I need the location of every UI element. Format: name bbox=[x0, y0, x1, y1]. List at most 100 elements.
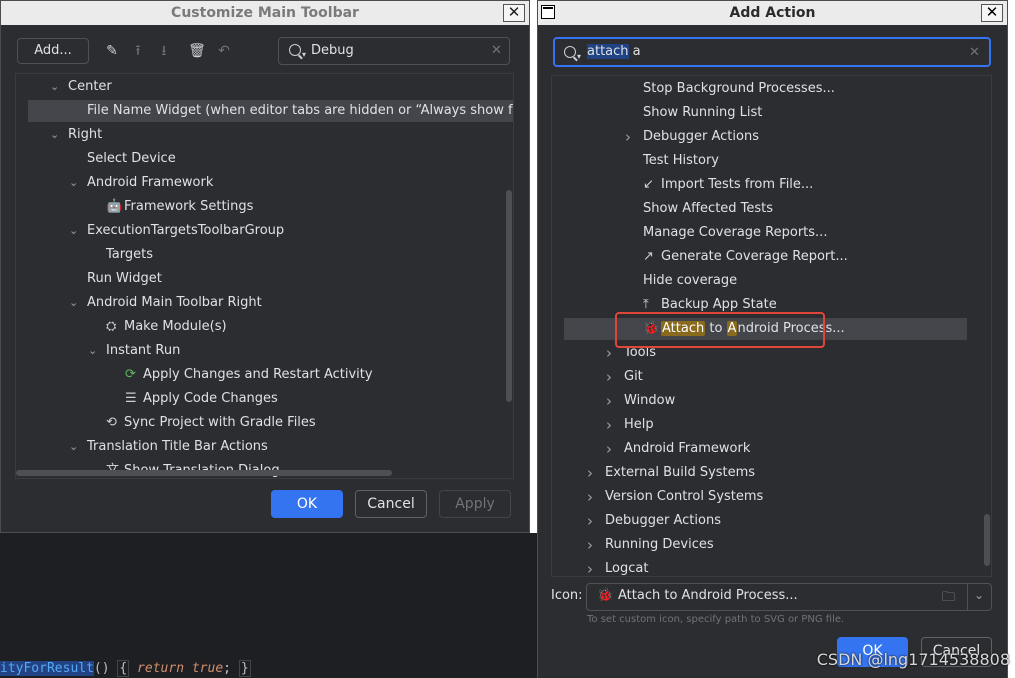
tree-row-android-framework[interactable]: ⌄ Android Framework bbox=[28, 172, 513, 194]
tree-row-test-history[interactable]: Test History bbox=[564, 150, 967, 172]
chevron-right-icon[interactable]: › bbox=[606, 366, 612, 388]
cancel-button[interactable]: Cancel bbox=[355, 490, 427, 518]
tree-row-label: Instant Run bbox=[106, 343, 181, 358]
tree-row-apply-code-changes[interactable]: ☰ Apply Code Changes bbox=[28, 388, 513, 410]
tree-row-show-affected-tests[interactable]: Show Affected Tests bbox=[564, 198, 967, 220]
chevron-right-icon[interactable]: › bbox=[587, 534, 593, 556]
icon-path-field[interactable]: 🐞 Attach to Android Process... 🗀 ⌄ bbox=[586, 583, 992, 611]
field-divider bbox=[967, 584, 968, 610]
clear-search-icon[interactable]: ✕ bbox=[491, 43, 502, 58]
tree-row-window[interactable]: › Window bbox=[564, 390, 967, 412]
chevron-down-icon[interactable]: ⌄ bbox=[69, 436, 78, 458]
tree-row-show-running-list[interactable]: Show Running List bbox=[564, 102, 967, 124]
chevron-right-icon[interactable]: › bbox=[606, 438, 612, 460]
add-action-dialog: Add Action ✕ ▾ attach a ✕ Stop Backgroun… bbox=[537, 0, 1008, 678]
tree-row-android-main-toolbar-right[interactable]: ⌄ Android Main Toolbar Right bbox=[28, 292, 513, 314]
tree-row-label: Hide coverage bbox=[643, 273, 738, 288]
close-button[interactable]: ✕ bbox=[503, 4, 525, 22]
edit-icon[interactable]: ✎ bbox=[103, 42, 121, 60]
tree-row-executiontargetstoolbargroup[interactable]: ⌄ ExecutionTargetsToolbarGroup bbox=[28, 220, 513, 242]
bug-icon: 🐞 bbox=[597, 588, 614, 603]
action-search-field[interactable]: ▾ attach a ✕ bbox=[553, 37, 991, 67]
actions-tree: Stop Background Processes... Show Running… bbox=[551, 75, 992, 577]
horizontal-scrollbar[interactable] bbox=[16, 470, 392, 476]
tree-row-run-widget[interactable]: Run Widget bbox=[28, 268, 513, 290]
chevron-right-icon[interactable]: › bbox=[606, 390, 612, 412]
apply-code-changes-icon: ☰ bbox=[125, 391, 137, 406]
folder-icon[interactable]: 🗀 bbox=[942, 588, 955, 610]
tree-row-right[interactable]: ⌄ Right bbox=[28, 124, 513, 146]
chevron-right-icon[interactable]: › bbox=[587, 510, 593, 532]
tree-row-file-name-widget-when-editor-tabs-are-hidden-or-always-show-ful[interactable]: File Name Widget (when editor tabs are h… bbox=[28, 100, 513, 122]
tree-row-hide-coverage[interactable]: Hide coverage bbox=[564, 270, 967, 292]
tree-row-translation-title-bar-actions[interactable]: ⌄ Translation Title Bar Actions bbox=[28, 436, 513, 458]
tree-row-manage-coverage-reports[interactable]: Manage Coverage Reports... bbox=[564, 222, 967, 244]
tree-row-select-device[interactable]: Select Device bbox=[28, 148, 513, 170]
tree-row-targets[interactable]: Targets bbox=[28, 244, 513, 266]
tree-row-git[interactable]: › Git bbox=[564, 366, 967, 388]
chevron-down-icon[interactable]: ⌄ bbox=[88, 340, 97, 362]
make-module-icon: ⛭ bbox=[106, 319, 117, 334]
tree-row-sync-project-with-gradle-files[interactable]: ⟲ Sync Project with Gradle Files bbox=[28, 412, 513, 434]
chevron-right-icon[interactable]: › bbox=[625, 126, 631, 148]
move-down-icon[interactable]: ⭳ bbox=[155, 42, 173, 60]
apply-changes-restart-icon: ⟳ bbox=[125, 367, 136, 382]
tree-row-version-control-systems[interactable]: › Version Control Systems bbox=[564, 486, 967, 508]
tree-row-running-devices[interactable]: › Running Devices bbox=[564, 534, 967, 556]
code-return-keyword: return bbox=[129, 661, 192, 676]
tree-row-debugger-actions[interactable]: › Debugger Actions bbox=[564, 510, 967, 532]
tree-row-import-tests-from-file[interactable]: ↙ Import Tests from File... bbox=[564, 174, 967, 196]
close-button[interactable]: ✕ bbox=[981, 4, 1003, 22]
add-button[interactable]: Add... bbox=[17, 38, 89, 64]
tree-row-label: Android Framework bbox=[624, 441, 751, 456]
code-brace-open: { bbox=[117, 660, 130, 677]
action-search-input[interactable]: attach a bbox=[587, 44, 641, 59]
chevron-right-icon[interactable]: › bbox=[587, 486, 593, 508]
search-options-caret: ▾ bbox=[577, 52, 582, 61]
chevron-right-icon[interactable]: › bbox=[606, 414, 612, 436]
clear-search-icon[interactable]: ✕ bbox=[969, 45, 980, 60]
tree-row-logcat[interactable]: › Logcat bbox=[564, 558, 967, 576]
android-icon: 🤖 bbox=[106, 199, 123, 214]
search-field[interactable]: ▾ Debug ✕ bbox=[278, 37, 510, 65]
tree-row-label: Help bbox=[624, 417, 654, 432]
chevron-down-icon[interactable]: ⌄ bbox=[974, 588, 984, 602]
tree-row-make-module-s[interactable]: ⛭ Make Module(s) bbox=[28, 316, 513, 338]
toolbar-actions-tree: ⌄ Center File Name Widget (when editor tab… bbox=[15, 73, 514, 479]
tree-row-debugger-actions[interactable]: › Debugger Actions bbox=[564, 126, 967, 148]
icon-label: Icon: bbox=[551, 588, 583, 603]
tree-row-help[interactable]: › Help bbox=[564, 414, 967, 436]
search-input[interactable]: Debug bbox=[311, 43, 354, 58]
window-menu-icon[interactable] bbox=[541, 5, 555, 19]
tree-row-instant-run[interactable]: ⌄ Instant Run bbox=[28, 340, 513, 362]
chevron-down-icon[interactable]: ⌄ bbox=[50, 124, 59, 146]
tree-row-stop-background-processes[interactable]: Stop Background Processes... bbox=[564, 78, 967, 100]
tree-row-external-build-systems[interactable]: › External Build Systems bbox=[564, 462, 967, 484]
tree-row-android-framework[interactable]: › Android Framework bbox=[564, 438, 967, 460]
apply-button[interactable]: Apply bbox=[439, 490, 511, 518]
vertical-scrollbar[interactable] bbox=[506, 190, 512, 402]
dialog-titlebar[interactable]: Customize Main Toolbar ✕ bbox=[1, 1, 529, 25]
move-up-icon[interactable]: ⭱ bbox=[129, 42, 147, 60]
tree-row-label: Targets bbox=[106, 247, 153, 262]
vertical-scrollbar[interactable] bbox=[984, 514, 990, 566]
tree-row-apply-changes-and-restart-activity[interactable]: ⟳ Apply Changes and Restart Activity bbox=[28, 364, 513, 386]
tree-row-label: Running Devices bbox=[605, 537, 714, 552]
chevron-down-icon[interactable]: ⌄ bbox=[69, 292, 78, 314]
tree-row-label: Run Widget bbox=[87, 271, 162, 286]
ok-button[interactable]: OK bbox=[271, 490, 343, 518]
chevron-right-icon[interactable]: › bbox=[587, 558, 593, 576]
editor-background bbox=[0, 533, 537, 678]
chevron-right-icon[interactable]: › bbox=[606, 342, 612, 364]
delete-icon[interactable]: 🗑 bbox=[188, 42, 206, 60]
tree-row-generate-coverage-report[interactable]: ↗ Generate Coverage Report... bbox=[564, 246, 967, 268]
tree-row-framework-settings[interactable]: 🤖 Framework Settings bbox=[28, 196, 513, 218]
chevron-down-icon[interactable]: ⌄ bbox=[69, 220, 78, 242]
chevron-down-icon[interactable]: ⌄ bbox=[69, 172, 78, 194]
chevron-down-icon[interactable]: ⌄ bbox=[50, 76, 59, 98]
dialog-titlebar[interactable]: Add Action ✕ bbox=[538, 1, 1007, 25]
code-parens: () bbox=[93, 661, 118, 676]
restore-icon[interactable]: ↶ bbox=[215, 42, 233, 60]
chevron-right-icon[interactable]: › bbox=[587, 462, 593, 484]
tree-row-center[interactable]: ⌄ Center bbox=[28, 76, 513, 98]
